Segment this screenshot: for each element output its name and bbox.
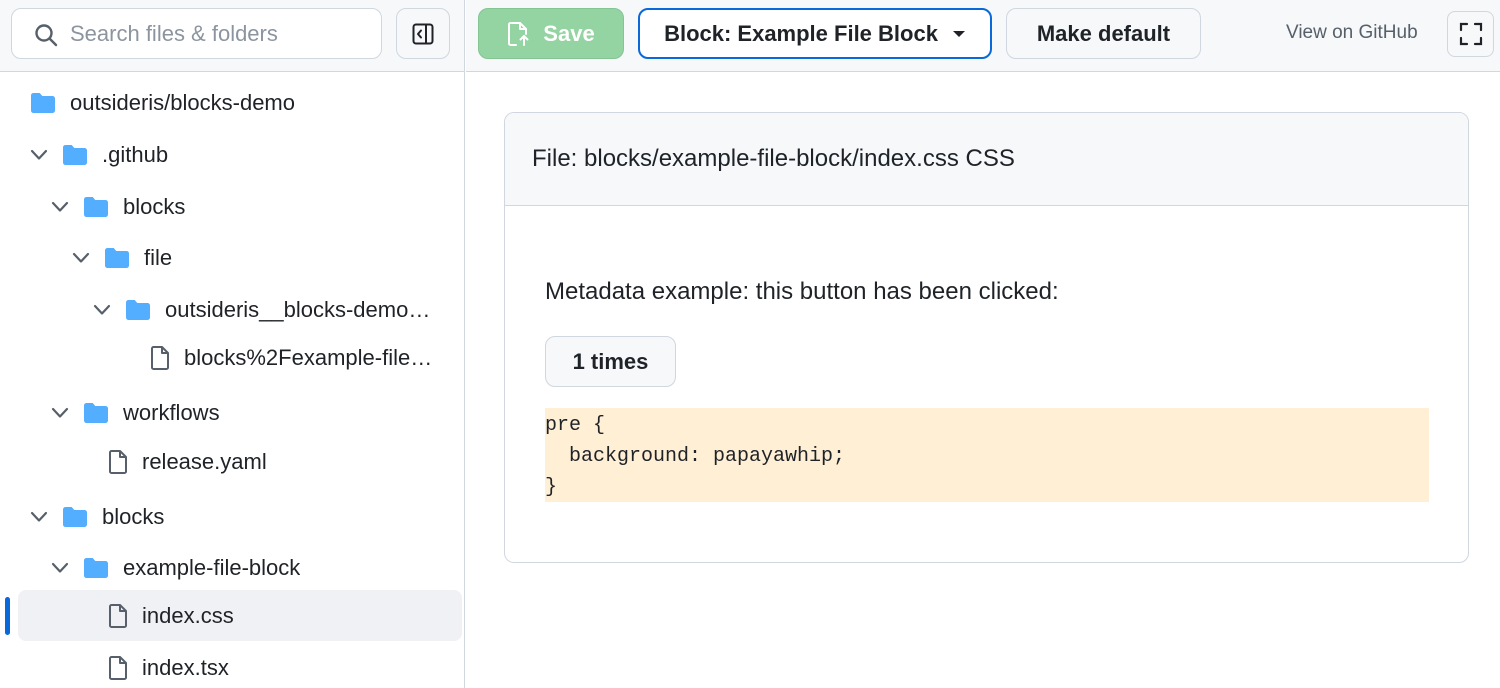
tree-item-label: outsideris/blocks-demo (70, 90, 295, 115)
click-counter-button[interactable]: 1 times (545, 336, 676, 387)
folder-icon (83, 196, 109, 218)
view-on-github-link[interactable]: View on GitHub (1286, 22, 1418, 44)
save-button[interactable]: Save (478, 8, 624, 59)
upload-file-icon (508, 21, 529, 46)
tree-item-label: blocks (102, 504, 165, 529)
tree-item-github-folder[interactable]: .github (28, 135, 168, 175)
tree-item-blocks-root-folder[interactable]: blocks (28, 497, 164, 537)
sidebar-collapse-icon (412, 23, 434, 44)
tree-item-outsideris-folder[interactable]: outsideris__blocks-demo… (91, 290, 430, 330)
folder-icon (104, 247, 130, 269)
folder-icon (83, 402, 109, 424)
sidebar-header (0, 0, 464, 72)
tree-item-label: workflows (123, 400, 220, 425)
click-counter-label: 1 times (572, 348, 649, 374)
chevron-down-icon[interactable] (28, 511, 50, 523)
folder-icon (125, 299, 151, 321)
tree-item-workflows-folder[interactable]: workflows (49, 393, 220, 433)
file-tree-sidebar: outsideris/blocks-demo .github blocks fi… (0, 0, 465, 688)
folder-icon (83, 557, 109, 579)
tree-item-file-folder[interactable]: file (70, 238, 172, 278)
selected-row-highlight (18, 590, 462, 641)
card-header: File: blocks/example-file-block/index.cs… (505, 113, 1468, 206)
file-icon (108, 604, 128, 628)
folder-icon (62, 506, 88, 528)
fullscreen-button[interactable] (1447, 11, 1494, 57)
search-icon (35, 24, 58, 47)
tree-item-label: file (144, 245, 173, 270)
fullscreen-icon (1459, 22, 1482, 46)
tree-item-release-yaml[interactable]: release.yaml (108, 442, 267, 482)
folder-icon (30, 92, 56, 114)
make-default-button[interactable]: Make default (1006, 8, 1201, 59)
tree-item-index-tsx[interactable]: index.tsx (108, 648, 229, 688)
block-picker-dropdown[interactable]: Block: Example File Block (638, 8, 992, 59)
chevron-down-icon[interactable] (91, 304, 113, 316)
tree-item-blocks-example-file[interactable]: blocks%2Fexample-file… (150, 338, 432, 378)
metadata-text: Metadata example: this button has been c… (545, 278, 1059, 305)
tree-item-label: blocks (123, 194, 186, 219)
chevron-down-icon[interactable] (28, 149, 50, 161)
code-block: pre { background: papayawhip; } (545, 408, 1429, 502)
tree-item-label: example-file-block (123, 555, 301, 580)
selected-row-indicator (5, 597, 10, 635)
chevron-down-icon[interactable] (49, 407, 71, 419)
tree-item-label: index.css (142, 603, 234, 628)
card-title: File: blocks/example-file-block/index.cs… (532, 145, 1015, 172)
chevron-down-icon[interactable] (49, 562, 71, 574)
tree-item-index-css[interactable]: index.css (108, 596, 234, 636)
tree-item-label: .github (102, 142, 169, 167)
tree-item-label: outsideris__blocks-demo… (165, 297, 431, 322)
chevron-down-icon[interactable] (49, 201, 71, 213)
block-content-card: File: blocks/example-file-block/index.cs… (504, 112, 1469, 563)
block-picker-label: Block: Example File Block (664, 20, 938, 46)
file-icon (150, 346, 170, 370)
file-icon (108, 656, 128, 680)
chevron-down-icon[interactable] (70, 252, 92, 264)
search-input[interactable] (70, 17, 370, 51)
search-box[interactable] (11, 8, 382, 59)
tree-item-example-file-block-folder[interactable]: example-file-block (49, 548, 300, 588)
collapse-sidebar-button[interactable] (396, 8, 450, 59)
tree-item-blocks-folder[interactable]: blocks (49, 187, 185, 227)
make-default-label: Make default (1036, 20, 1171, 46)
tree-item-label: index.tsx (142, 655, 229, 680)
tree-item-label: release.yaml (142, 449, 267, 474)
tree-item-label: blocks%2Fexample-file… (184, 345, 433, 370)
file-icon (108, 450, 128, 474)
caret-down-icon (952, 30, 965, 37)
tree-item-repo-root[interactable]: outsideris/blocks-demo (30, 83, 295, 123)
save-button-label: Save (543, 20, 595, 46)
folder-icon (62, 144, 88, 166)
